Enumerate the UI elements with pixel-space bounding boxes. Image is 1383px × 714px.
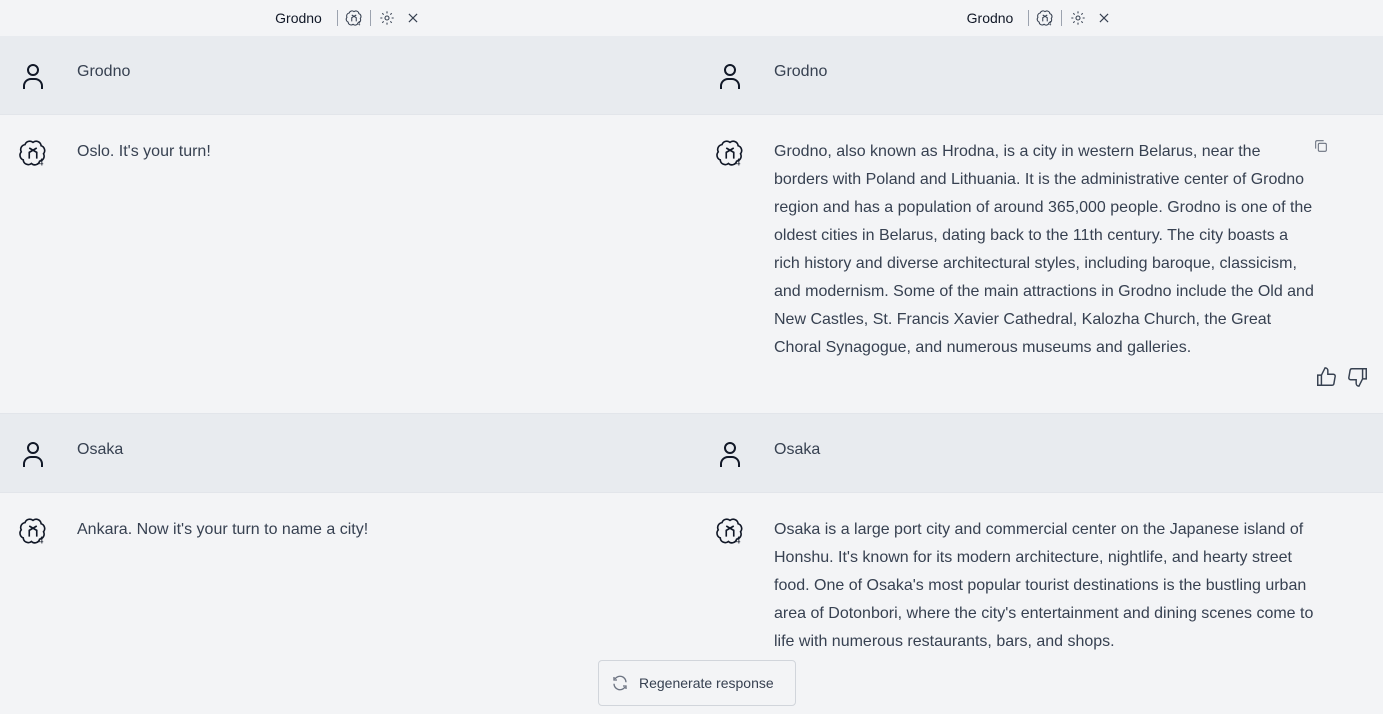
user-icon (714, 60, 746, 92)
close-icon[interactable] (1095, 9, 1113, 27)
openai-gpt4-icon[interactable]: 4 (345, 9, 363, 27)
message-text: Oslo. It's your turn! (77, 143, 211, 160)
svg-text:4: 4 (735, 536, 741, 547)
message-text: Ankara. Now it's your turn to name a cit… (77, 521, 369, 538)
assistant-message: 4 Osaka is a large port city and commerc… (697, 493, 1383, 714)
user-icon (714, 438, 746, 470)
user-message: Grodno (697, 36, 1383, 115)
regenerate-response-button[interactable]: Regenerate response (598, 660, 796, 706)
message-text: Grodno (77, 63, 131, 80)
user-message: Grodno (0, 36, 697, 115)
assistant-message: 4 Grodno, also known as Hrodna, is a cit… (697, 115, 1383, 414)
message-text: Osaka (774, 441, 821, 458)
message-text: Osaka (77, 441, 124, 458)
openai-gpt4-icon[interactable]: 4 (1036, 9, 1054, 27)
svg-text:4: 4 (38, 536, 44, 547)
thumbs-down-icon[interactable] (1347, 366, 1369, 388)
assistant-message: 4 Oslo. It's your turn! (0, 115, 697, 414)
openai-gpt4-icon: 4 (17, 515, 49, 547)
message-text: Grodno, also known as Hrodna, is a city … (774, 143, 1314, 356)
left-chat-pane: Grodno 4 Grodno 4 Oslo. It's your turn! … (0, 0, 697, 714)
gear-icon[interactable] (1069, 9, 1087, 27)
header-divider (1061, 10, 1063, 26)
user-message: Osaka (697, 414, 1383, 493)
right-chat-pane: Grodno 4 Grodno 4 Grodno, also known as … (697, 0, 1383, 714)
user-icon (17, 60, 49, 92)
copy-icon[interactable] (1313, 138, 1331, 156)
user-icon (17, 438, 49, 470)
svg-text:4: 4 (38, 158, 44, 169)
refresh-icon (611, 674, 629, 692)
header-divider (336, 10, 338, 26)
header-divider (1028, 10, 1030, 26)
model-name: Grodno (966, 10, 1014, 26)
pane-header: Grodno 4 (0, 0, 697, 36)
message-text: Grodno (774, 63, 828, 80)
close-icon[interactable] (404, 9, 422, 27)
svg-text:4: 4 (1048, 22, 1052, 28)
openai-gpt4-icon: 4 (714, 137, 746, 169)
model-name: Grodno (275, 10, 322, 26)
gear-icon[interactable] (378, 9, 396, 27)
regenerate-label: Regenerate response (639, 675, 774, 691)
assistant-message: 4 Ankara. Now it's your turn to name a c… (0, 493, 697, 714)
header-divider (369, 10, 371, 26)
thumbs-up-icon[interactable] (1315, 366, 1337, 388)
openai-gpt4-icon: 4 (17, 137, 49, 169)
message-text: Osaka is a large port city and commercia… (774, 521, 1314, 650)
openai-gpt4-icon: 4 (714, 515, 746, 547)
svg-text:4: 4 (735, 158, 741, 169)
pane-header: Grodno 4 (697, 0, 1383, 36)
svg-text:4: 4 (357, 22, 361, 28)
user-message: Osaka (0, 414, 697, 493)
